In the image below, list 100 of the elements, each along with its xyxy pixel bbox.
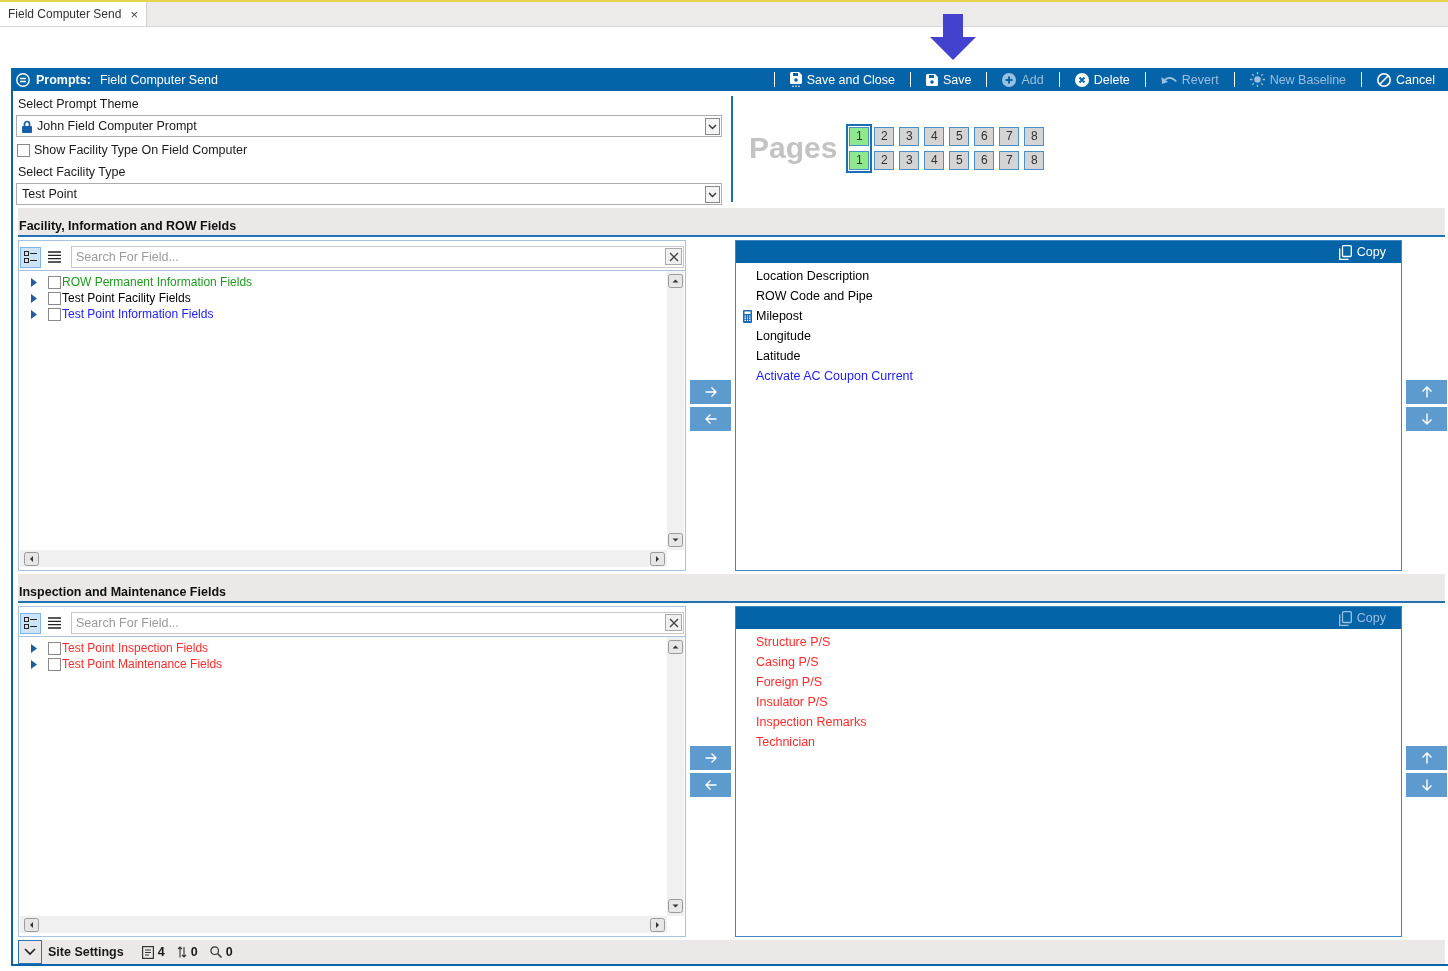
page-button[interactable]: 6 [974, 126, 995, 146]
scroll-right-icon[interactable] [650, 917, 665, 932]
chevron-down-icon [24, 948, 36, 956]
page-button[interactable]: 7 [999, 126, 1020, 146]
field-item[interactable]: Longitude [736, 326, 811, 346]
caret-icon[interactable] [705, 117, 720, 135]
record-count: 4 [157, 945, 165, 959]
caret-right-icon[interactable] [31, 659, 37, 669]
field-item[interactable]: ROW Code and Pipe [736, 286, 873, 306]
caret-right-icon[interactable] [31, 643, 37, 653]
page-button[interactable]: 3 [899, 126, 920, 146]
tree-item[interactable]: Test Point Facility Fields [62, 291, 191, 305]
tab-close-button[interactable]: × [130, 7, 138, 21]
delete-icon [1074, 72, 1089, 87]
checkbox[interactable] [48, 275, 61, 289]
copy-button[interactable]: Copy [1338, 242, 1386, 262]
status-title: Site Settings [48, 945, 124, 959]
move-right-button[interactable] [690, 746, 731, 770]
field-label: Select Facility Type [18, 164, 126, 181]
tree-item[interactable]: ROW Permanent Information Fields [62, 275, 253, 289]
clear-search-button[interactable] [665, 614, 682, 631]
save-and-close-button[interactable]: Save and Close [789, 69, 895, 90]
checkbox[interactable] [48, 641, 61, 655]
page-button[interactable]: 2 [874, 150, 895, 170]
save-button[interactable]: Save [925, 69, 972, 90]
field-item[interactable]: Latitude [736, 346, 801, 366]
tree-view-button[interactable] [20, 612, 41, 634]
panel-title: Field Computer Send [99, 72, 218, 87]
page-button[interactable]: 5 [949, 150, 970, 170]
field-item[interactable]: Milepost [736, 306, 803, 326]
tree-item[interactable]: Test Point Inspection Fields [62, 641, 209, 655]
move-left-button[interactable] [690, 407, 731, 431]
copy-icon [1338, 610, 1352, 626]
panel-title-label: Prompts: [36, 72, 91, 87]
tree-item[interactable]: Test Point Information Fields [62, 307, 214, 321]
horizontal-scrollbar[interactable] [20, 916, 667, 933]
field-label: Select Prompt Theme [18, 96, 139, 113]
scroll-up-icon[interactable] [668, 640, 683, 654]
field-item[interactable]: Casing P/S [736, 652, 819, 672]
vertical-scrollbar[interactable] [667, 271, 684, 550]
menu-icon[interactable] [16, 72, 30, 87]
move-left-button[interactable] [690, 773, 731, 797]
checkbox[interactable] [48, 657, 61, 671]
delete-button[interactable]: Delete [1074, 69, 1130, 90]
field-item[interactable]: Activate AC Coupon Current [736, 366, 914, 386]
arrow-down-icon [1420, 413, 1433, 425]
checkbox[interactable] [17, 143, 30, 157]
page-button[interactable]: 8 [1024, 150, 1045, 170]
search-field[interactable]: Search For Field... [71, 612, 684, 634]
dropdown[interactable]: Test Point [16, 183, 722, 205]
field-item[interactable]: Foreign P/S [736, 672, 822, 692]
caret-icon[interactable] [705, 185, 720, 203]
search-field[interactable]: Search For Field... [71, 246, 684, 268]
page-button[interactable]: 4 [924, 126, 945, 146]
cancel-button[interactable]: Cancel [1377, 69, 1435, 90]
page-button[interactable]: 2 [874, 126, 895, 146]
page-button[interactable]: 6 [974, 150, 995, 170]
tab[interactable]: Field Computer Send × [0, 2, 147, 26]
caret-right-icon[interactable] [31, 293, 37, 303]
clear-search-button[interactable] [665, 248, 682, 265]
move-right-button[interactable] [690, 380, 731, 404]
page-button[interactable]: 3 [899, 150, 920, 170]
scroll-left-icon[interactable] [24, 917, 39, 932]
tree-view-button[interactable] [20, 246, 41, 268]
move-up-button[interactable] [1406, 746, 1447, 770]
tree-view-icon [23, 617, 38, 629]
move-down-button[interactable] [1406, 407, 1447, 431]
page-button[interactable]: 4 [924, 150, 945, 170]
scroll-left-icon[interactable] [24, 551, 39, 566]
expand-button[interactable] [18, 940, 42, 964]
dropdown[interactable]: John Field Computer Prompt [16, 115, 722, 137]
scroll-right-icon[interactable] [650, 551, 665, 566]
vertical-scrollbar[interactable] [667, 637, 684, 916]
undo-icon [1160, 74, 1177, 85]
caret-right-icon[interactable] [31, 277, 37, 287]
field-item[interactable]: Insulator P/S [736, 692, 828, 712]
arrow-left-icon [704, 413, 717, 425]
arrow-left-icon [704, 779, 717, 791]
page-button[interactable]: 1 [849, 150, 870, 170]
field-item[interactable]: Structure P/S [736, 632, 831, 652]
caret-right-icon[interactable] [31, 309, 37, 319]
horizontal-scrollbar[interactable] [20, 550, 667, 567]
save-icon [925, 73, 938, 86]
tree-view-icon [23, 251, 38, 263]
scroll-up-icon[interactable] [668, 274, 683, 288]
page-button[interactable]: 7 [999, 150, 1020, 170]
field-item[interactable]: Technician [736, 732, 816, 752]
field-item[interactable]: Inspection Remarks [736, 712, 867, 732]
checkbox[interactable] [48, 291, 61, 305]
field-item[interactable]: Location Description [736, 266, 870, 286]
page-button[interactable]: 1 [849, 126, 870, 146]
move-down-button[interactable] [1406, 773, 1447, 797]
page-button[interactable]: 5 [949, 126, 970, 146]
page-button[interactable]: 8 [1024, 126, 1045, 146]
cancel-icon [1377, 72, 1392, 87]
checkbox-label: Show Facility Type On Field Computer [34, 143, 248, 157]
tree-item[interactable]: Test Point Maintenance Fields [62, 657, 223, 671]
move-up-button[interactable] [1406, 380, 1447, 404]
search-count: 0 [225, 945, 233, 959]
checkbox[interactable] [48, 307, 61, 321]
